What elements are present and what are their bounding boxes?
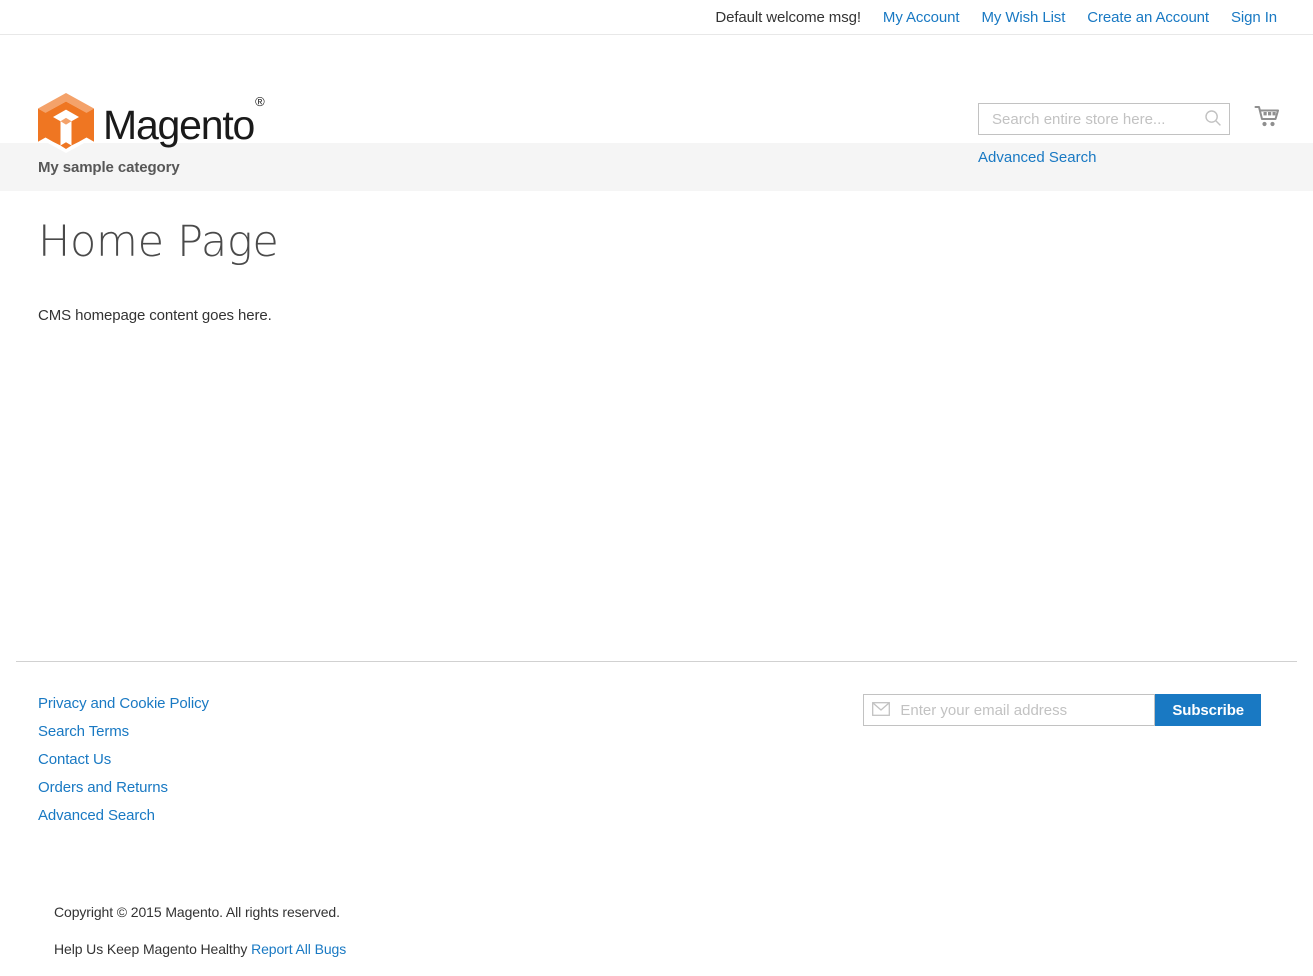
- footer-link-contact-us[interactable]: Contact Us: [38, 746, 209, 774]
- page-main: Home Page CMS homepage content goes here…: [0, 191, 1313, 661]
- nav-item-my-sample-category[interactable]: My sample category: [0, 159, 180, 176]
- search-block: Advanced Search: [978, 103, 1230, 167]
- search-icon: [1204, 109, 1222, 130]
- advanced-search-link[interactable]: Advanced Search: [978, 149, 1096, 166]
- copyright-area: Copyright © 2015 Magento. All rights res…: [16, 830, 1297, 957]
- report-bugs-line: Help Us Keep Magento Healthy Report All …: [54, 920, 1259, 957]
- footer-links: Privacy and Cookie Policy Search Terms C…: [38, 690, 209, 830]
- search-field: [978, 103, 1230, 135]
- cms-content-text: CMS homepage content goes here.: [38, 307, 272, 325]
- create-an-account-link[interactable]: Create an Account: [1087, 9, 1209, 26]
- logo-link[interactable]: Magento®: [38, 93, 265, 153]
- envelope-icon: [872, 701, 891, 717]
- copyright-text: Copyright © 2015 Magento. All rights res…: [54, 904, 340, 920]
- footer-link-orders-and-returns[interactable]: Orders and Returns: [38, 774, 209, 802]
- sign-in-link[interactable]: Sign In: [1231, 9, 1277, 26]
- report-all-bugs-link[interactable]: Report All Bugs: [251, 941, 346, 957]
- logo-wordmark: Magento®: [103, 95, 265, 148]
- my-account-link[interactable]: My Account: [883, 9, 960, 26]
- footer: Privacy and Cookie Policy Search Terms C…: [16, 661, 1297, 957]
- page-title: Home Page: [38, 217, 279, 267]
- newsletter-email-field: [863, 694, 1156, 726]
- my-wish-list-link[interactable]: My Wish List: [981, 9, 1065, 26]
- newsletter-form: Subscribe: [863, 690, 1275, 830]
- welcome-message: Default welcome msg!: [715, 8, 861, 26]
- top-panel-wrapper: Default welcome msg! My Account My Wish …: [0, 0, 1313, 35]
- minicart-link[interactable]: [1247, 101, 1287, 137]
- report-bugs-text: Help Us Keep Magento Healthy: [54, 941, 248, 957]
- logo-trademark: ®: [255, 93, 265, 109]
- newsletter-email-input[interactable]: [863, 694, 1156, 726]
- shopping-cart-icon: [1254, 105, 1280, 134]
- footer-link-advanced-search[interactable]: Advanced Search: [38, 802, 209, 830]
- search-input[interactable]: [978, 103, 1230, 135]
- subscribe-button[interactable]: Subscribe: [1155, 694, 1261, 726]
- magento-logo-icon: [38, 93, 94, 153]
- logo-wordmark-text: Magento: [103, 101, 255, 148]
- search-button[interactable]: [1200, 107, 1226, 131]
- footer-inner: Privacy and Cookie Policy Search Terms C…: [16, 662, 1297, 830]
- header: Magento® Advanced Search: [0, 35, 1313, 166]
- footer-link-search-terms[interactable]: Search Terms: [38, 718, 209, 746]
- footer-link-privacy-and-cookie-policy[interactable]: Privacy and Cookie Policy: [38, 690, 209, 718]
- top-panel: Default welcome msg! My Account My Wish …: [0, 0, 1313, 34]
